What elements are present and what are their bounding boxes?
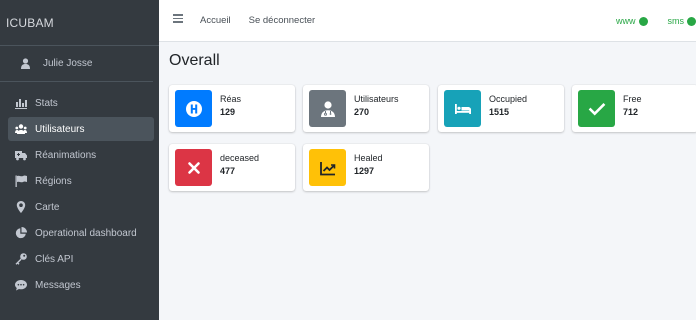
sidebar-item-label: Messages [35,279,81,291]
sidebar-item-messages[interactable]: Messages [8,273,154,297]
sidebar-item-stats[interactable]: Stats [8,91,154,115]
info-box-value: 1297 [354,166,375,176]
main-content: Overall Réas 129 Utilisateurs 270 Occupi… [159,42,696,320]
sidebar: ICUBAM Julie Josse Stats Utilisateurs Ré… [0,0,159,320]
page-title: Overall [169,52,220,69]
www-status: www [616,16,648,26]
info-box-label: Réas [220,94,242,104]
pie-chart-icon [14,226,28,240]
sidebar-item-regions[interactable]: Régions [8,169,154,193]
info-box-label: Healed [354,153,383,163]
sidebar-item-carte[interactable]: Carte [8,195,154,219]
user-panel[interactable]: Julie Josse [0,46,153,82]
sidebar-nav: Stats Utilisateurs Réanimations Régions … [0,91,159,297]
sidebar-item-label: Clés API [35,253,74,265]
flag-icon [14,174,28,188]
sidebar-item-label: Réanimations [35,149,97,161]
www-status-label: www [616,16,636,26]
sidebar-item-operational-dashboard[interactable]: Operational dashboard [8,221,154,245]
info-box-value: 129 [220,107,236,117]
info-box-utilisateurs: Utilisateurs 270 [303,85,429,132]
bed-icon [444,90,481,127]
info-box-label: Utilisateurs [354,94,399,104]
sidebar-item-label: Operational dashboard [35,227,137,239]
sms-status: sms [668,16,696,26]
info-box-label: deceased [220,153,260,163]
user-name: Julie Josse [43,58,93,69]
doctor-icon [309,90,346,127]
stats-icon [14,96,28,110]
ambulance-icon [14,148,28,162]
info-box-healed: Healed 1297 [303,144,429,191]
home-link[interactable]: Accueil [200,15,231,26]
sidebar-item-label: Utilisateurs [35,123,85,135]
logout-link[interactable]: Se déconnecter [249,15,316,26]
top-navbar: Accueil Se déconnecter www sms [159,0,696,42]
status-group: www sms [596,0,696,42]
user-icon [20,58,30,70]
sidebar-item-cles-api[interactable]: Clés API [8,247,154,271]
sms-status-dot [687,16,696,26]
info-box-reas: Réas 129 [169,85,295,132]
info-box-occupied: Occupied 1515 [438,85,564,132]
users-icon [14,122,28,136]
map-marker-icon [14,200,28,214]
hospital-icon [175,90,212,127]
sidebar-item-users[interactable]: Utilisateurs [8,117,154,141]
info-box-value: 477 [220,166,236,176]
sidebar-item-reanimations[interactable]: Réanimations [8,143,154,167]
sidebar-item-label: Stats [35,97,58,109]
info-box-value: 712 [623,107,639,117]
www-status-dot [638,16,648,26]
sidebar-item-label: Régions [35,175,72,187]
comment-icon [14,278,28,292]
check-icon [578,90,615,127]
info-box-free: Free 712 [572,85,696,132]
info-box-label: Free [623,94,642,104]
brand-logo[interactable]: ICUBAM [0,0,159,46]
chart-line-icon [309,149,346,186]
sidebar-item-label: Carte [35,201,60,213]
info-box-deceased: deceased 477 [169,144,295,191]
key-icon [14,252,28,266]
info-box-value: 270 [354,107,370,117]
times-icon [175,149,212,186]
sms-status-label: sms [667,16,685,26]
hamburger-icon[interactable] [173,14,183,23]
info-box-value: 1515 [489,107,510,117]
info-box-label: Occupied [489,94,528,104]
